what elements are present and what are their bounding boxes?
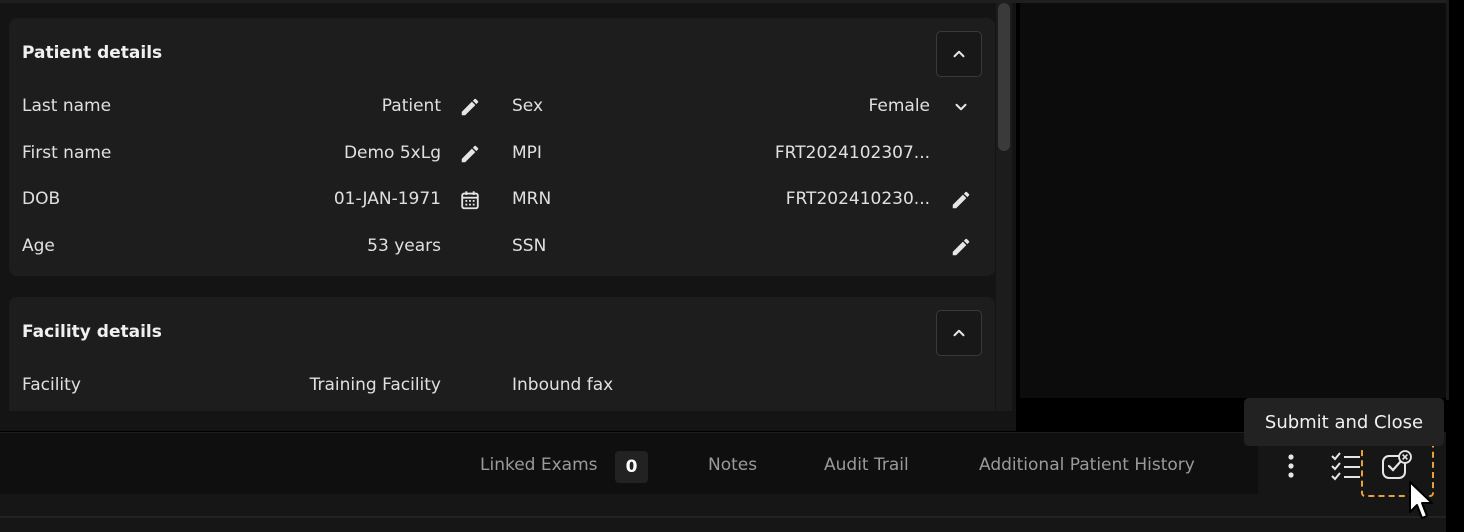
edit-mrn-button[interactable] [948, 187, 974, 213]
facility-details-title: Facility details [22, 322, 162, 342]
last-name-label: Last name [22, 96, 112, 116]
chevron-up-icon [953, 329, 965, 337]
dob-value: 01-JAN-1971 [333, 189, 441, 209]
tab-notes[interactable]: Notes [708, 455, 757, 475]
row-last-name: Last name Patient Sex Female [9, 92, 995, 122]
mouse-cursor-icon [1409, 481, 1433, 519]
age-label: Age [22, 236, 55, 256]
submit-and-close-tooltip: Submit and Close [1244, 398, 1444, 446]
first-name-label: First name [22, 143, 112, 163]
status-bar [0, 494, 1446, 532]
row-first-name: First name Demo 5xLg MPI FRT2024102307..… [9, 139, 995, 169]
right-divider [1446, 0, 1449, 400]
edit-last-name-button[interactable] [457, 94, 483, 120]
mpi-label: MPI [512, 143, 542, 163]
age-value: 53 years [367, 236, 441, 256]
more-options-button[interactable] [1273, 448, 1309, 484]
row-age: Age 53 years SSN [9, 232, 995, 262]
row-dob: DOB 01-JAN-1971 MRN FRT202410230... [9, 185, 995, 215]
status-bar-divider [0, 516, 1446, 518]
bottom-toolbar: Linked Exams 0 Notes Audit Trail Additio… [0, 432, 1446, 495]
facility-value: Training Facility [309, 375, 441, 395]
sex-dropdown-button[interactable] [948, 94, 974, 120]
mrn-label: MRN [512, 189, 552, 209]
pencil-icon [461, 145, 479, 163]
checklist-icon [1331, 452, 1360, 481]
tab-audit-trail[interactable]: Audit Trail [824, 455, 909, 475]
row-facility: Facility Training Facility Inbound fax [9, 371, 995, 401]
tab-additional-patient-history[interactable]: Additional Patient History [979, 455, 1195, 475]
tab-linked-exams[interactable]: Linked Exams [480, 455, 598, 475]
chevron-up-icon [953, 50, 965, 58]
viewer-pane [1020, 3, 1446, 398]
mrn-value: FRT202410230... [785, 189, 930, 209]
pencil-icon [461, 98, 479, 116]
facility-label: Facility [22, 375, 81, 395]
patient-details-title: Patient details [22, 43, 163, 63]
chevron-down-icon [955, 103, 967, 111]
edit-first-name-button[interactable] [457, 141, 483, 167]
checklist-button[interactable] [1328, 448, 1364, 484]
calendar-icon [461, 191, 479, 210]
linked-exams-count-badge: 0 [615, 451, 648, 483]
pencil-icon [952, 191, 970, 209]
sex-value[interactable]: Female [869, 96, 930, 116]
collapse-patient-details-button[interactable] [936, 31, 982, 77]
inbound-fax-label: Inbound fax [512, 375, 614, 395]
first-name-value: Demo 5xLg [343, 143, 441, 163]
pencil-icon [952, 238, 970, 256]
mpi-value: FRT2024102307... [774, 143, 930, 163]
more-vertical-icon [1288, 454, 1294, 478]
sex-label: Sex [512, 96, 544, 116]
collapse-facility-details-button[interactable] [936, 310, 982, 356]
patient-details-card: Patient details Last name Patient Sex Fe… [9, 18, 995, 276]
dob-calendar-button[interactable] [457, 187, 483, 213]
facility-details-card: Facility details Facility Training Facil… [9, 297, 995, 411]
ssn-label: SSN [512, 236, 547, 256]
scrollbar-thumb[interactable] [998, 3, 1010, 151]
last-name-value: Patient [381, 96, 441, 116]
dob-label: DOB [22, 189, 61, 209]
edit-ssn-button[interactable] [948, 234, 974, 260]
